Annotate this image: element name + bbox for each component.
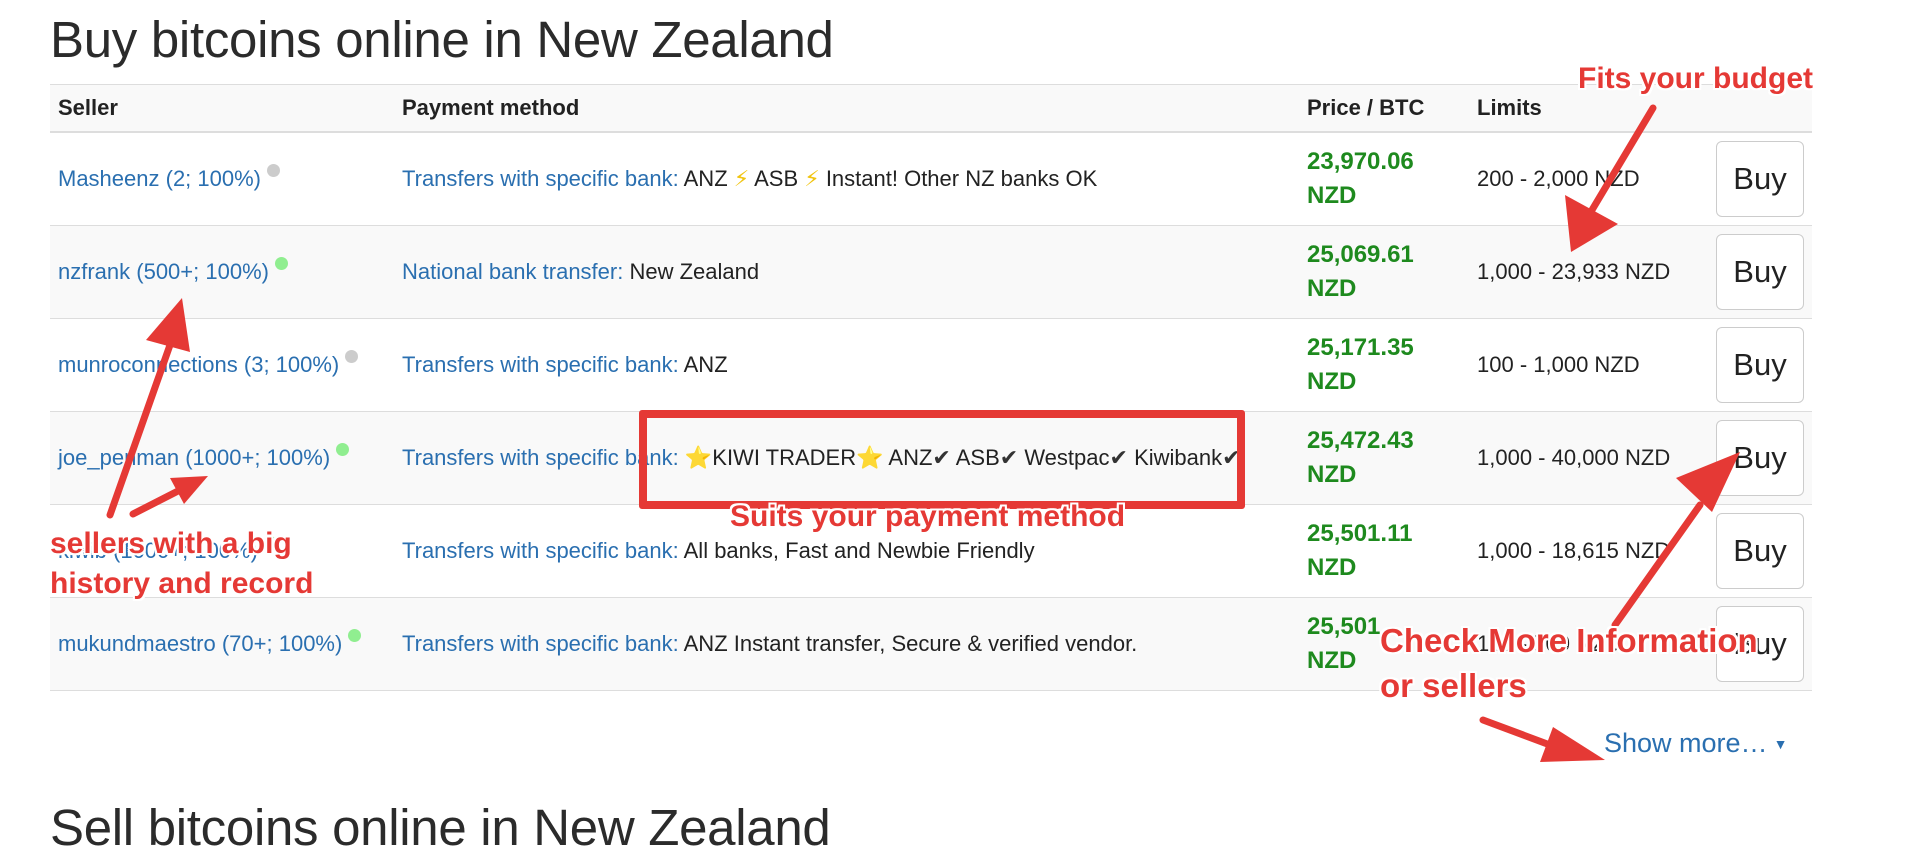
price-value: 25,501.11 <box>1307 520 1413 547</box>
payment-method-cell: National bank transfer: New Zealand <box>394 225 1299 319</box>
arrow-show-more-head <box>1540 727 1605 762</box>
online-status-dot-icon <box>274 257 288 270</box>
online-status-dot-icon <box>345 350 359 363</box>
price-cell: 23,970.06 NZD <box>1299 131 1469 226</box>
price-cell: 25,472.43 NZD <box>1299 411 1469 505</box>
price-value: 25,171.35 <box>1307 334 1414 361</box>
action-cell: Buy <box>1698 504 1812 598</box>
column-header-price[interactable]: Price / BTC <box>1299 84 1469 133</box>
lightning-icon: ⚡ <box>733 166 750 191</box>
seller-link[interactable]: joe_penman (1000+; 100%) <box>58 445 330 470</box>
payment-method-link[interactable]: Transfers with specific bank: <box>402 352 679 377</box>
table-row: Masheenz (2; 100%) Transfers with specifi… <box>50 131 1812 226</box>
payment-method-details: All banks, Fast and Newbie Friendly <box>678 538 1035 563</box>
payment-method-cell: Transfers with specific bank: ANZ ⚡ ASB … <box>394 131 1299 226</box>
price-currency: NZD <box>1307 554 1357 581</box>
annotation-check-more-line1: Check More Information <box>1380 622 1758 659</box>
annotation-payment-method: Suits your payment method <box>730 500 1126 533</box>
payment-method-details: ANZ <box>678 352 728 377</box>
price-cell: 25,069.61 NZD <box>1299 225 1469 319</box>
price-currency: NZD <box>1307 368 1357 395</box>
table-header-row: Seller Payment method Price / BTC Limits <box>50 84 1812 133</box>
offers-table: Seller Payment method Price / BTC Limits… <box>50 84 1812 691</box>
column-header-seller[interactable]: Seller <box>50 84 394 133</box>
seller-cell: nzfrank (500+; 100%) <box>50 225 394 319</box>
online-status-dot-icon <box>348 629 362 642</box>
limits-cell: 1,000 - 18,615 NZD <box>1469 504 1698 598</box>
seller-cell: munroconnections (3; 100%) <box>50 318 394 412</box>
payment-method-cell: Transfers with specific bank: ANZ Instan… <box>394 597 1299 691</box>
price-currency: NZD <box>1307 275 1357 302</box>
payment-method-details: New Zealand <box>623 259 760 284</box>
payment-method-link[interactable]: Transfers with specific bank: <box>402 538 679 563</box>
payment-method-link[interactable]: Transfers with specific bank: <box>402 166 679 191</box>
arrow-show-more-shaft <box>1479 716 1554 749</box>
table-row: nzfrank (500+; 100%) National bank transf… <box>50 225 1812 319</box>
payment-method-link[interactable]: National bank transfer: <box>402 259 623 284</box>
annotation-check-more: Check More Information or sellers <box>1380 618 1758 708</box>
show-more-label[interactable]: Show more… <box>1604 728 1768 758</box>
annotation-fits-budget: Fits your budget <box>1578 62 1813 95</box>
price-currency: NZD <box>1307 461 1357 488</box>
annotation-sellers-line1: sellers with a big <box>50 527 292 560</box>
buy-button[interactable]: Buy <box>1716 420 1804 496</box>
price-cell: 25,171.35 NZD <box>1299 318 1469 412</box>
price-value: 25,069.61 <box>1307 241 1414 268</box>
annotation-sellers: sellers with a big history and record <box>50 524 313 604</box>
buy-button[interactable]: Buy <box>1716 234 1804 310</box>
limits-cell: 100 - 1,000 NZD <box>1469 318 1698 412</box>
page-title: Buy bitcoins online in New Zealand <box>50 11 834 68</box>
seller-cell: joe_penman (1000+; 100%) <box>50 411 394 505</box>
column-header-payment-method[interactable]: Payment method <box>394 84 1299 133</box>
limits-cell: 1,000 - 40,000 NZD <box>1469 411 1698 505</box>
seller-link[interactable]: nzfrank (500+; 100%) <box>58 259 269 284</box>
action-cell: Buy <box>1698 225 1812 319</box>
seller-cell: mukundmaestro (70+; 100%) <box>50 597 394 691</box>
sell-section-title: Sell bitcoins online in New Zealand <box>50 799 831 856</box>
seller-link[interactable]: munroconnections (3; 100%) <box>58 352 339 377</box>
buy-button[interactable]: Buy <box>1716 513 1804 589</box>
payment-method-details: ASB <box>749 166 805 191</box>
lightning-icon: ⚡ <box>804 166 820 191</box>
buy-button[interactable]: Buy <box>1716 327 1804 403</box>
show-more-link[interactable]: Show more… ▼ <box>1604 728 1787 759</box>
price-cell: 25,501.11 NZD <box>1299 504 1469 598</box>
payment-method-link[interactable]: Transfers with specific bank: <box>402 445 679 470</box>
annotation-sellers-line2: history and record <box>50 567 314 600</box>
payment-method-highlight-box <box>639 410 1245 509</box>
price-currency: NZD <box>1307 182 1357 209</box>
seller-cell: Masheenz (2; 100%) <box>50 131 394 226</box>
payment-method-cell: Transfers with specific bank: ANZ <box>394 318 1299 412</box>
annotation-check-more-line2: or sellers <box>1380 667 1527 704</box>
caret-down-icon[interactable]: ▼ <box>1774 736 1788 752</box>
price-value: 23,970.06 <box>1307 148 1414 175</box>
payment-method-details: Instant! Other NZ banks OK <box>819 166 1098 191</box>
payment-method-details: ANZ <box>678 166 734 191</box>
buy-button[interactable]: Buy <box>1716 141 1804 217</box>
seller-link[interactable]: mukundmaestro (70+; 100%) <box>58 631 342 656</box>
limits-cell: 1,000 - 23,933 NZD <box>1469 225 1698 319</box>
payment-method-details: ANZ Instant transfer, Secure & verified … <box>678 631 1138 656</box>
seller-link[interactable]: Masheenz (2; 100%) <box>58 166 261 191</box>
action-cell: Buy <box>1698 411 1812 505</box>
action-cell: Buy <box>1698 318 1812 412</box>
price-value: 25,472.43 <box>1307 427 1414 454</box>
online-status-dot-icon <box>267 164 280 177</box>
limits-cell: 200 - 2,000 NZD <box>1469 131 1698 226</box>
action-cell: Buy <box>1698 131 1812 226</box>
table-row: munroconnections (3; 100%) Transfers with… <box>50 318 1812 412</box>
online-status-dot-icon <box>336 443 350 456</box>
payment-method-link[interactable]: Transfers with specific bank: <box>402 631 679 656</box>
